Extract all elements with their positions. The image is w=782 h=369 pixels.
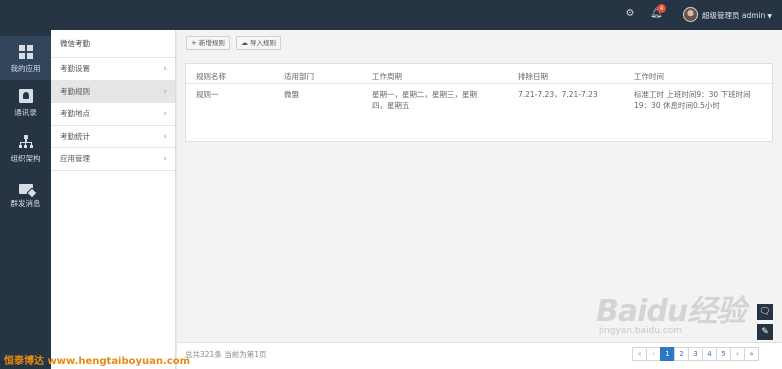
settings-icon[interactable]: ⚙ [624,8,636,20]
nav-label: 通讯录 [14,108,37,117]
baidu-watermark: Baidu经验 jingyan.baidu.com [596,286,746,346]
first-page-button[interactable]: « [632,347,647,361]
subnav-item-label: 考勤设置 [60,64,90,73]
column-header: 工作时间 [634,72,664,81]
caret-down-icon: ▼ [767,13,773,20]
nav-label: 组织架构 [10,154,41,163]
nav-label: 我的应用 [10,64,41,73]
column-header: 适用部门 [284,72,314,81]
chat-icon[interactable]: 🗨︎ [757,304,773,320]
plus-icon: + [191,39,197,47]
nav-item-contacts[interactable]: 通讯录 [0,80,51,124]
subnav-item-label: 考勤规则 [60,86,90,96]
rules-table: 规则名称 适用部门 工作周期 排除日期 工作时间 规则一 微盟 星期一，星期二，… [185,63,774,142]
pagination-info: 总共321条 当前为第1页 [185,350,267,359]
apps-grid-icon [18,45,33,59]
chevron-right-icon: › [163,86,167,97]
page-button[interactable]: 2 [674,347,689,361]
left-nav: 我的应用 通讯录 组织架构 群发消息 [0,30,51,369]
edit-icon[interactable]: ✎ [757,324,773,340]
top-bar: ⚙ 🔔︎ 4 超级管理员 admin ▼ [0,0,782,30]
subnav-item-label: 考勤地点 [60,109,90,118]
nav-label: 群发消息 [10,199,41,208]
add-rule-label: 新增规则 [198,39,225,47]
notification-badge: 4 [657,4,666,13]
watermark-url: jingyan.baidu.com [599,326,683,336]
subnav-item-locations[interactable]: 考勤地点 › [51,103,175,126]
page-button[interactable]: 3 [688,347,703,361]
subnav-item-label: 考勤统计 [60,131,90,141]
chevron-right-icon: › [163,131,167,142]
page-button[interactable]: 4 [702,347,717,361]
chevron-right-icon: › [163,64,167,74]
chevron-right-icon: › [163,154,167,164]
user-label: 超级管理员 admin [702,11,766,20]
page-button[interactable]: 1 [660,347,675,361]
chevron-right-icon: › [163,109,167,119]
rule-name-cell: 规则一 [196,90,219,99]
last-page-button[interactable]: » [744,347,759,361]
column-header: 规则名称 [196,72,226,81]
nav-item-org[interactable]: 组织架构 [0,126,51,170]
next-page-button[interactable]: › [730,347,745,361]
site-watermark: 恒泰博达 www.hengtaiboyuan.com [4,356,191,367]
nav-item-my-apps[interactable]: 我的应用 [0,36,51,80]
import-rule-label: 导入规则 [250,39,276,47]
subnav-title: 微信考勤 [51,30,175,58]
sub-nav: 微信考勤 考勤设置 › 考勤规则 › 考勤地点 › 考勤统计 › 应用管理 › [51,30,176,369]
contacts-book-icon [18,89,33,103]
subnav-item-settings[interactable]: 考勤设置 › [51,58,175,81]
subnav-item-app-manage[interactable]: 应用管理 › [51,148,175,171]
message-icon [18,184,33,194]
avatar[interactable] [683,7,698,22]
import-rule-button[interactable]: ☁ 导入规则 [236,36,281,50]
subnav-item-label: 应用管理 [60,154,90,163]
work-time-cell: 标准工时 上班时间9：30 下班时间19：30 休息时间0.5小时 [634,90,751,110]
cloud-upload-icon: ☁ [241,39,248,47]
pagination: «‹ 1 2 3 4 5 ›» [632,347,759,361]
add-rule-button[interactable]: + 新增规则 [186,36,230,50]
subnav-item-rules[interactable]: 考勤规则 › [51,80,175,103]
user-menu[interactable]: 超级管理员 admin ▼ [702,10,772,21]
column-header: 排除日期 [518,72,548,81]
exclude-date-cell: 7.21-7.23，7.21-7.23 [518,90,598,99]
watermark-logo-text: Baidu经验 [596,294,746,329]
footer: 总共321条 当前为第1页 «‹ 1 2 3 4 5 ›» [177,342,782,369]
nav-item-broadcast[interactable]: 群发消息 [0,173,51,217]
cycle-cell: 星期一，星期二，星期三，星期四，星期五 [372,90,477,110]
column-header: 工作周期 [372,72,402,81]
header-divider [186,83,774,84]
subnav-item-stats[interactable]: 考勤统计 › [51,126,175,148]
org-tree-icon [18,135,33,149]
toolbar: + 新增规则 ☁ 导入规则 [177,30,782,56]
prev-page-button[interactable]: ‹ [646,347,661,361]
page-button[interactable]: 5 [716,347,731,361]
dept-cell: 微盟 [284,90,299,99]
